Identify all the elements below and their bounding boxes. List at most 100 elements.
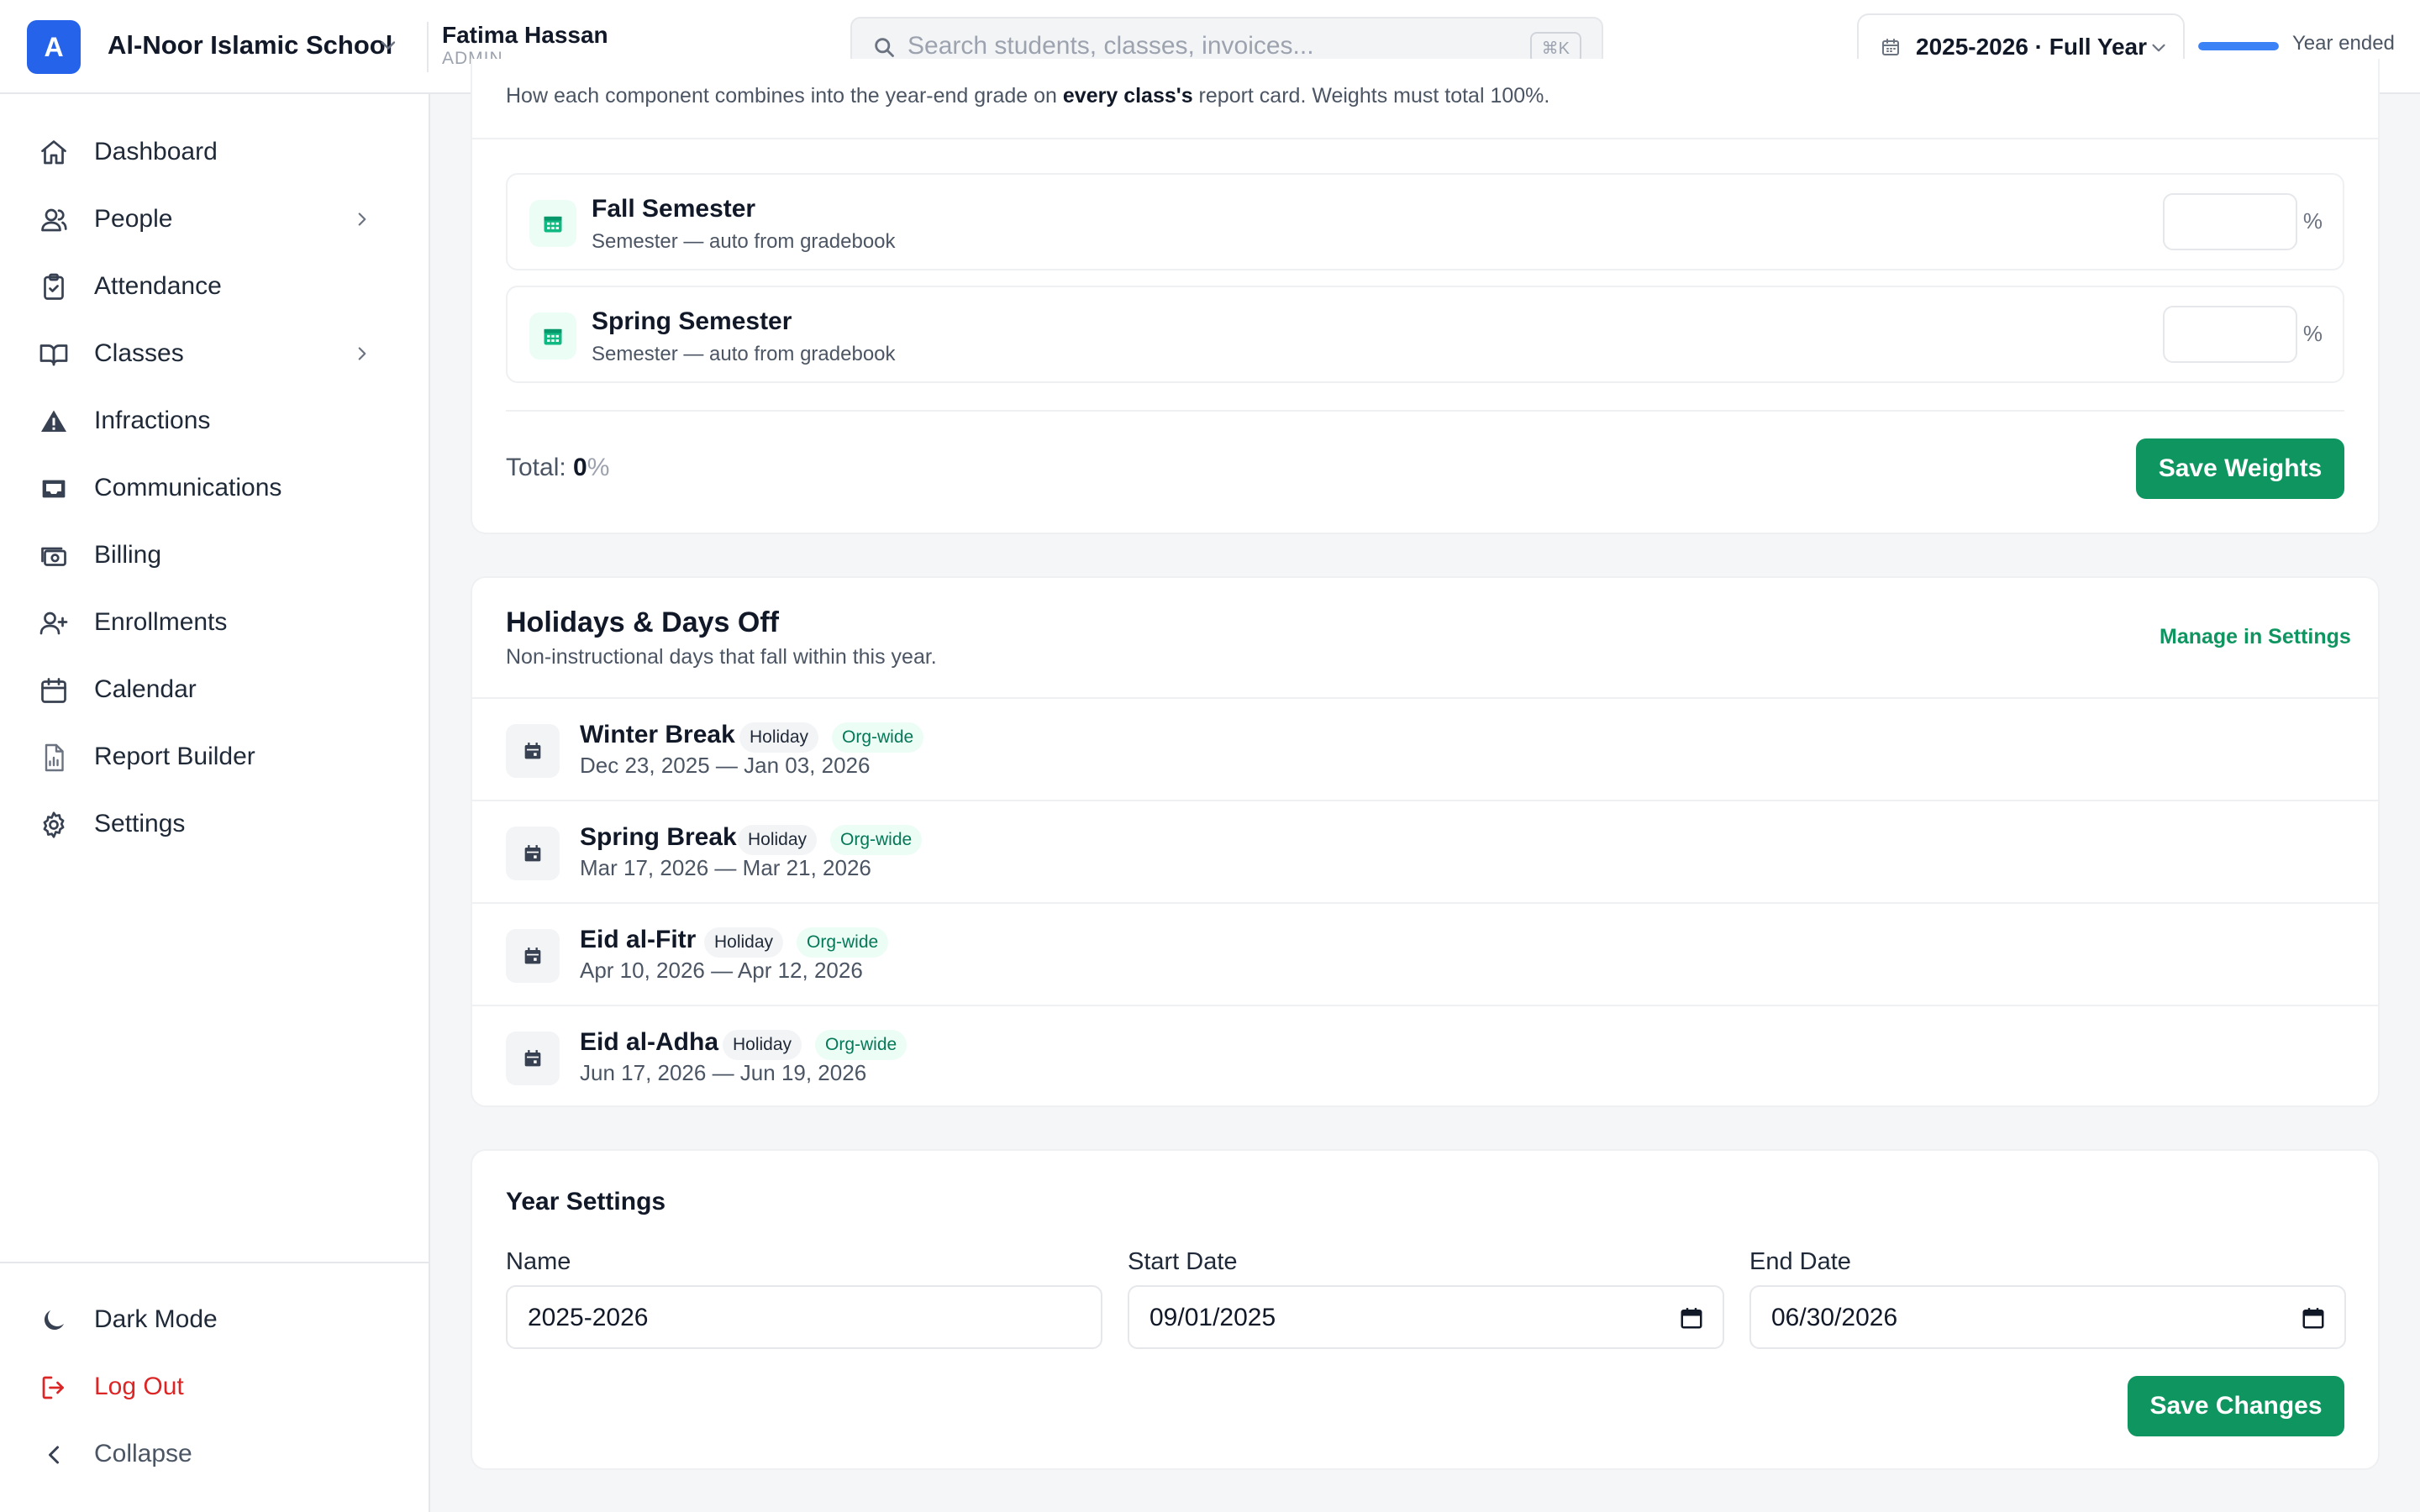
holiday-type-badge: Holiday — [739, 722, 819, 753]
percent-unit: % — [2302, 208, 2323, 234]
sidebar-item-label: People — [94, 205, 173, 233]
save-changes-button[interactable]: Save Changes — [2128, 1376, 2344, 1436]
logout-button[interactable]: Log Out — [27, 1359, 403, 1413]
year-status-text: Year ended — [2292, 32, 2395, 55]
component-title: Fall Semester — [592, 195, 756, 223]
sidebar-item-infractions[interactable]: Infractions — [27, 393, 403, 447]
holiday-name: Winter Break — [580, 721, 735, 748]
divider — [506, 410, 2344, 412]
divider — [427, 22, 429, 72]
year-settings-title: Year Settings — [506, 1188, 666, 1215]
sidebar-item-report-builder[interactable]: Report Builder — [27, 729, 403, 783]
sidebar-item-billing[interactable]: Billing — [27, 528, 403, 581]
book-open-icon — [39, 344, 68, 366]
holiday-name: Eid al-Adha — [580, 1028, 719, 1056]
start-date-label: Start Date — [1128, 1248, 1238, 1275]
divider — [472, 138, 2378, 139]
holiday-name: Spring Break — [580, 823, 737, 851]
weight-component-row: Fall Semester Semester — auto from grade… — [506, 173, 2344, 270]
start-date-input[interactable]: 09/01/2025 — [1128, 1285, 1724, 1349]
sidebar-item-settings[interactable]: Settings — [27, 796, 403, 850]
component-subtitle: Semester — auto from gradebook — [592, 343, 896, 365]
holiday-dates: Apr 10, 2026 — Apr 12, 2026 — [580, 958, 863, 983]
holidays-subtitle: Non-instructional days that fall within … — [506, 645, 937, 669]
inbox-icon — [42, 480, 66, 498]
holiday-row[interactable]: Winter Break Holiday Org-wide Dec 23, 20… — [472, 697, 2378, 800]
users-icon — [41, 208, 67, 232]
start-date-value: 09/01/2025 — [1150, 1304, 1276, 1331]
holiday-scope-badge: Org-wide — [815, 1030, 908, 1060]
holiday-scope-badge: Org-wide — [832, 722, 924, 753]
sidebar-item-label: Calendar — [94, 675, 197, 703]
sidebar-item-enrollments[interactable]: Enrollments — [27, 595, 403, 648]
chevron-right-icon — [358, 347, 366, 360]
logout-icon — [42, 1376, 64, 1399]
calendar-icon — [529, 312, 576, 360]
moon-icon — [44, 1310, 64, 1331]
fall-weight-input[interactable] — [2163, 193, 2297, 250]
spring-weight-input[interactable] — [2163, 306, 2297, 363]
gear-icon — [43, 811, 65, 838]
holiday-type-badge: Holiday — [723, 1030, 802, 1060]
calendar-icon — [1882, 39, 1899, 55]
sidebar-item-label: Infractions — [94, 407, 211, 434]
user-name: Fatima Hassan — [442, 22, 608, 48]
org-switcher-name[interactable]: Al-Noor Islamic School — [108, 30, 392, 60]
clipboard-check-icon — [44, 273, 64, 300]
sidebar-item-label: Dashboard — [94, 138, 218, 165]
end-date-input[interactable]: 06/30/2026 — [1749, 1285, 2346, 1349]
chevron-right-icon — [358, 213, 366, 226]
sidebar-item-people[interactable]: People — [27, 192, 403, 245]
calendar-picker-icon[interactable] — [2301, 1305, 2326, 1331]
sidebar: Dashboard People Attendance Classes Infr… — [0, 94, 430, 1512]
sidebar-item-classes[interactable]: Classes — [27, 326, 403, 380]
holiday-dates: Jun 17, 2026 — Jun 19, 2026 — [580, 1060, 867, 1085]
sidebar-item-communications[interactable]: Communications — [27, 460, 403, 514]
chevron-left-icon — [49, 1446, 59, 1464]
end-date-label: End Date — [1749, 1248, 1851, 1275]
weights-total: Total: 0% — [506, 454, 610, 481]
holiday-scope-badge: Org-wide — [797, 927, 889, 958]
manage-in-settings-link[interactable]: Manage in Settings — [2160, 625, 2351, 649]
chevron-down-icon — [2152, 44, 2165, 52]
holiday-scope-badge: Org-wide — [830, 825, 923, 855]
year-name-input[interactable]: 2025-2026 — [506, 1285, 1102, 1349]
holiday-row[interactable]: Spring Break Holiday Org-wide Mar 17, 20… — [472, 800, 2378, 902]
calendar-icon — [506, 929, 560, 983]
year-progress-fill — [2198, 42, 2279, 50]
save-weights-button[interactable]: Save Weights — [2136, 438, 2344, 499]
sidebar-item-attendance[interactable]: Attendance — [27, 259, 403, 312]
holiday-type-badge: Holiday — [738, 825, 818, 855]
sidebar-divider — [0, 1262, 429, 1263]
dark-mode-label: Dark Mode — [94, 1305, 218, 1333]
sidebar-item-label: Communications — [94, 474, 282, 501]
home-icon — [41, 140, 66, 165]
collapse-sidebar-button[interactable]: Collapse — [27, 1426, 403, 1480]
dark-mode-toggle[interactable]: Dark Mode — [27, 1292, 403, 1346]
holiday-row[interactable]: Eid al-Adha Holiday Org-wide Jun 17, 202… — [472, 1005, 2378, 1107]
warning-icon — [41, 410, 66, 432]
collapse-label: Collapse — [94, 1440, 192, 1467]
chevron-down-icon[interactable] — [376, 34, 400, 57]
sidebar-item-label: Settings — [94, 810, 186, 837]
calendar-picker-icon[interactable] — [1679, 1305, 1704, 1331]
grade-weights-description: How each component combines into the yea… — [506, 84, 1550, 108]
holiday-dates: Mar 17, 2026 — Mar 21, 2026 — [580, 855, 871, 880]
sidebar-item-calendar[interactable]: Calendar — [27, 662, 403, 716]
end-date-value: 06/30/2026 — [1771, 1304, 1898, 1331]
academic-year-label: 2025-2026 · Full Year — [1916, 34, 2147, 60]
holiday-dates: Dec 23, 2025 — Jan 03, 2026 — [580, 753, 871, 778]
sidebar-item-label: Attendance — [94, 272, 222, 300]
holiday-row[interactable]: Eid al-Fitr Holiday Org-wide Apr 10, 202… — [472, 902, 2378, 1005]
calendar-icon — [506, 724, 560, 778]
sidebar-item-dashboard[interactable]: Dashboard — [27, 124, 403, 178]
calendar-icon — [506, 827, 560, 880]
search-icon — [875, 38, 894, 57]
component-subtitle: Semester — auto from gradebook — [592, 230, 896, 253]
org-avatar[interactable]: A — [27, 20, 81, 74]
percent-unit: % — [2302, 321, 2323, 346]
calendar-icon — [529, 200, 576, 247]
component-title: Spring Semester — [592, 307, 792, 335]
weight-component-row: Spring Semester Semester — auto from gra… — [506, 286, 2344, 383]
name-label: Name — [506, 1248, 571, 1275]
